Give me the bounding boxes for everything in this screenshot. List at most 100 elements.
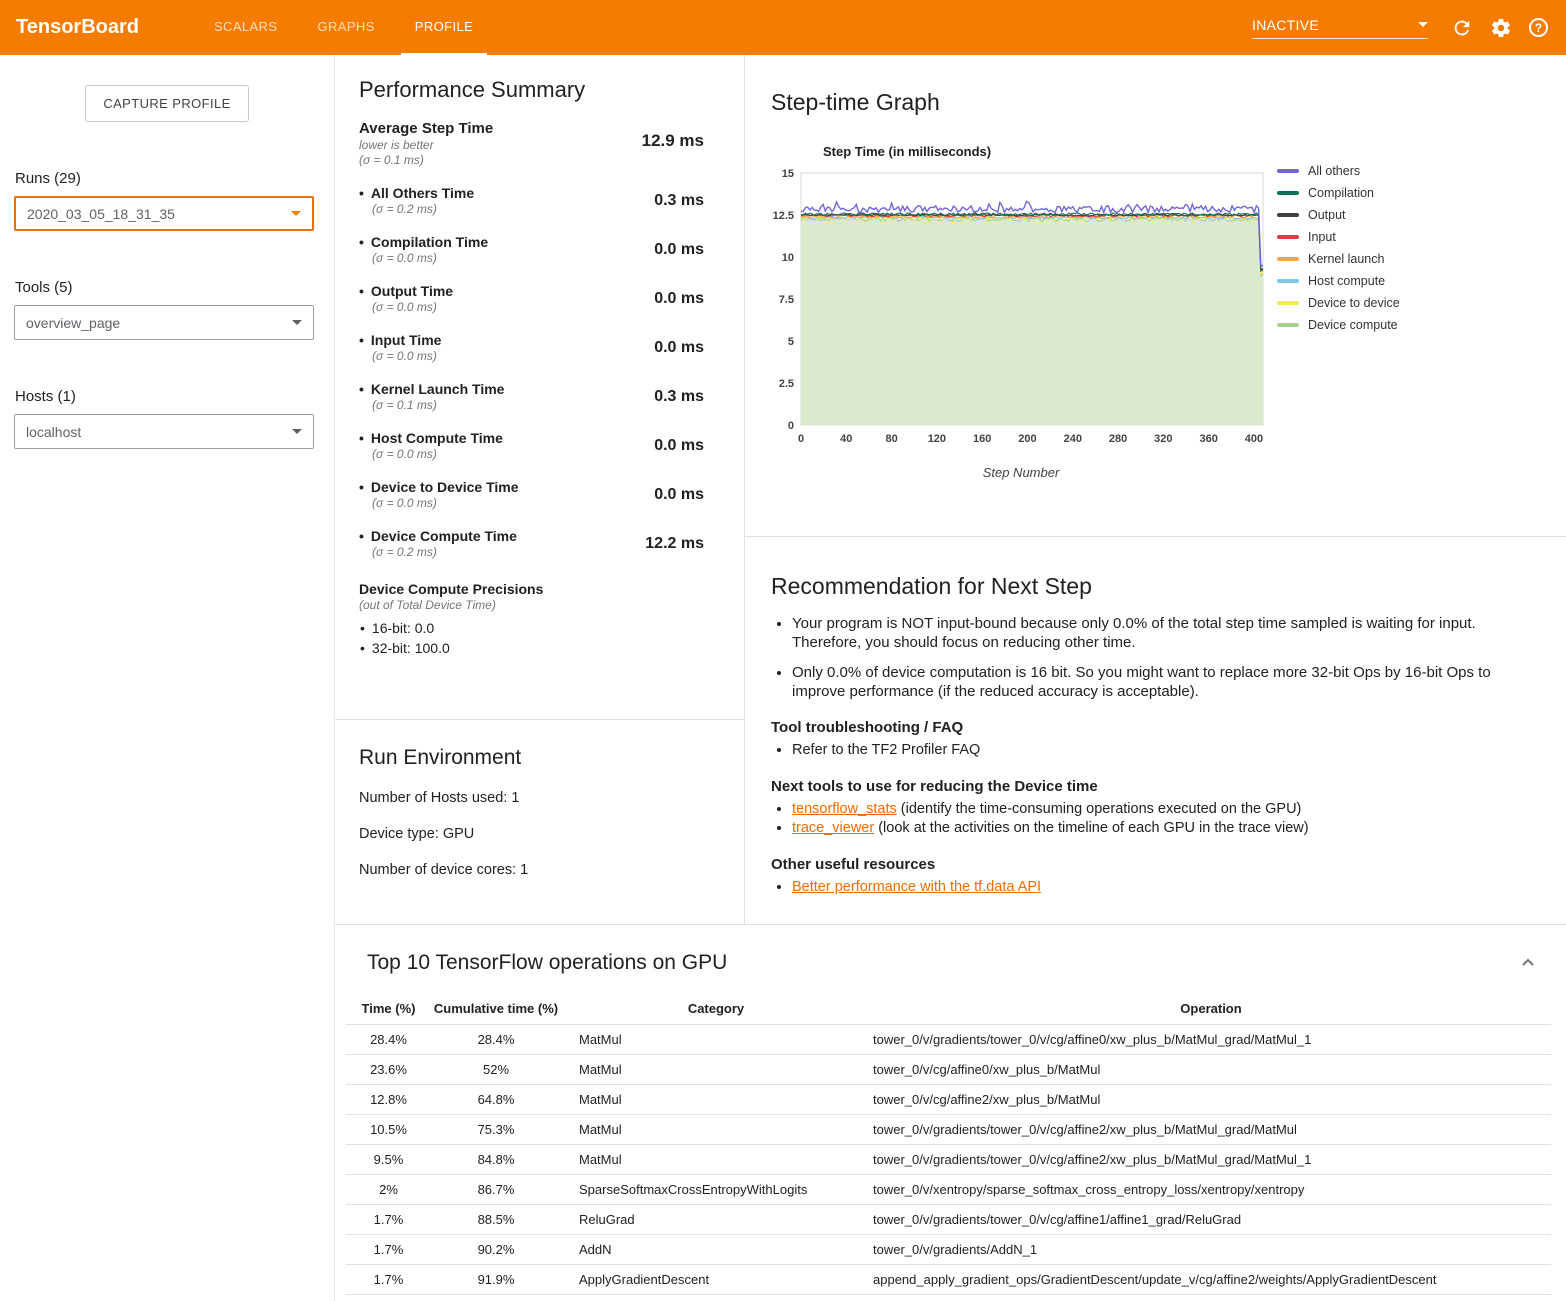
operation-cell: tower_0/v/gradients/tower_0/v/cg/affine1…: [871, 1205, 1551, 1235]
category-cell: ApplyGradientDescent: [561, 1265, 871, 1295]
legend-label: All others: [1308, 164, 1360, 178]
bullet-icon: •: [359, 283, 364, 299]
tensorflow-stats-link[interactable]: tensorflow_stats: [792, 801, 897, 817]
metric-list: •All Others Time(σ = 0.2 ms)0.3 ms•Compi…: [359, 184, 720, 560]
resource-item: Better performance with the tf.data API: [792, 878, 1521, 897]
svg-text:120: 120: [928, 433, 946, 445]
tab-graphs[interactable]: GRAPHS: [303, 0, 388, 55]
recommendation-bullet: Your program is NOT input-bound because …: [792, 614, 1521, 652]
app-header: TensorBoard SCALARSGRAPHSPROFILE INACTIV…: [0, 0, 1566, 55]
legend-swatch: [1277, 323, 1299, 327]
legend-item: Kernel launch: [1277, 252, 1400, 266]
category-cell: MatMul: [561, 1115, 871, 1145]
legend-label: Device compute: [1308, 318, 1398, 332]
legend-item: Input: [1277, 230, 1400, 244]
svg-text:0: 0: [788, 420, 794, 432]
runs-label: Runs (29): [15, 170, 334, 187]
run-environment-title: Run Environment: [359, 746, 720, 770]
time-cell: 1.7%: [346, 1265, 431, 1295]
category-cell: MatMul: [561, 1025, 871, 1055]
category-cell: SparseSoftmaxCrossEntropyWithLogits: [561, 1175, 871, 1205]
svg-text:5: 5: [788, 336, 794, 348]
legend-label: Host compute: [1308, 274, 1385, 288]
legend-label: Input: [1308, 230, 1336, 244]
category-cell: MatMul: [561, 1055, 871, 1085]
run-environment-section: Run Environment Number of Hosts used: 1D…: [335, 720, 744, 924]
svg-text:280: 280: [1109, 433, 1127, 445]
legend-item: Output: [1277, 208, 1400, 222]
app-title: TensorBoard: [0, 0, 194, 55]
metric-row: •Input Time(σ = 0.0 ms)0.0 ms: [359, 331, 720, 364]
hosts-select[interactable]: localhost: [14, 414, 314, 449]
svg-text:80: 80: [885, 433, 897, 445]
top10-title: Top 10 TensorFlow operations on GPU: [367, 951, 727, 975]
tab-profile[interactable]: PROFILE: [401, 0, 487, 55]
sidebar: CAPTURE PROFILE Runs (29) 2020_03_05_18_…: [0, 55, 334, 1301]
operation-cell: tower_0/v/gradients/tower_0/v/cg/affine2…: [871, 1115, 1551, 1145]
svg-text:12.5: 12.5: [773, 210, 794, 222]
cumulative-time-cell: 52%: [431, 1055, 561, 1085]
metric-value: 0.0 ms: [654, 339, 720, 357]
column-header: Category: [561, 993, 871, 1025]
tool-item: tensorflow_stats (identify the time-cons…: [792, 800, 1521, 819]
category-cell: MatMul: [561, 1085, 871, 1115]
legend-label: Compilation: [1308, 186, 1374, 200]
faq-title: Tool troubleshooting / FAQ: [771, 718, 1521, 737]
environment-line: Device type: GPU: [359, 826, 720, 842]
table-row: 23.6%52%MatMultower_0/v/cg/affine0/xw_pl…: [346, 1055, 1551, 1085]
metric-label: •Device Compute Time: [359, 527, 517, 545]
reload-mode-select[interactable]: INACTIVE: [1252, 17, 1428, 39]
reload-mode-value: INACTIVE: [1252, 17, 1319, 33]
legend-item: Device compute: [1277, 318, 1400, 332]
bullet-icon: •: [359, 185, 364, 201]
metric-value: 0.3 ms: [654, 192, 720, 210]
collapse-chevron-up-icon[interactable]: [1519, 954, 1537, 972]
time-cell: 23.6%: [346, 1055, 431, 1085]
operation-cell: tower_0/v/cg/affine2/xw_plus_b/MatMul: [871, 1085, 1551, 1115]
refresh-icon[interactable]: [1451, 17, 1473, 39]
metric-sigma: (σ = 0.2 ms): [372, 545, 517, 560]
legend-item: All others: [1277, 164, 1400, 178]
trace-viewer-link[interactable]: trace_viewer: [792, 820, 874, 836]
time-cell: 10.5%: [346, 1115, 431, 1145]
operation-cell: tower_0/v/gradients/tower_0/v/cg/affine0…: [871, 1025, 1551, 1055]
category-cell: AddN: [561, 1235, 871, 1265]
runs-select[interactable]: 2020_03_05_18_31_35: [14, 196, 314, 231]
hosts-select-value: localhost: [26, 424, 81, 440]
category-cell: MatMul: [561, 1145, 871, 1175]
settings-gear-icon[interactable]: [1490, 17, 1512, 39]
time-cell: 1.7%: [346, 1235, 431, 1265]
metric-row: •Output Time(σ = 0.0 ms)0.0 ms: [359, 282, 720, 315]
average-step-time-row: Average Step Time lower is better (σ = 0…: [359, 119, 720, 168]
hosts-label: Hosts (1): [15, 388, 334, 405]
next-tools-block: Next tools to use for reducing the Devic…: [771, 777, 1521, 838]
metric-sigma: (σ = 0.2 ms): [372, 202, 474, 217]
bullet-icon: •: [359, 479, 364, 495]
metric-row: •Kernel Launch Time(σ = 0.1 ms)0.3 ms: [359, 380, 720, 413]
precisions-note: (out of Total Device Time): [359, 598, 720, 613]
metric-sigma: (σ = 0.0 ms): [372, 349, 441, 364]
tools-select[interactable]: overview_page: [14, 305, 314, 340]
metric-value: 0.3 ms: [654, 388, 720, 406]
legend-item: Host compute: [1277, 274, 1400, 288]
tfdata-performance-link[interactable]: Better performance with the tf.data API: [792, 879, 1041, 895]
tab-scalars[interactable]: SCALARS: [200, 0, 292, 55]
chart-x-axis-label: Step Number: [771, 465, 1271, 480]
metric-row: •All Others Time(σ = 0.2 ms)0.3 ms: [359, 184, 720, 217]
table-row: 28.4%28.4%MatMultower_0/v/gradients/towe…: [346, 1025, 1551, 1055]
cumulative-time-cell: 28.4%: [431, 1025, 561, 1055]
next-tools-title: Next tools to use for reducing the Devic…: [771, 777, 1521, 796]
capture-profile-button[interactable]: CAPTURE PROFILE: [85, 85, 248, 122]
time-cell: 9.5%: [346, 1145, 431, 1175]
help-icon[interactable]: ?: [1529, 18, 1548, 37]
other-resources-title: Other useful resources: [771, 855, 1521, 874]
device-compute-precisions: Device Compute Precisions (out of Total …: [359, 580, 720, 658]
time-cell: 2%: [346, 1175, 431, 1205]
metric-sigma: (σ = 0.0 ms): [372, 496, 519, 511]
operation-cell: append_apply_gradient_ops/GradientDescen…: [871, 1265, 1551, 1295]
top10-table: Time (%)Cumulative time (%)CategoryOpera…: [346, 993, 1551, 1295]
recommendation-section: Recommendation for Next Step Your progra…: [745, 537, 1566, 917]
metric-row: •Device Compute Time(σ = 0.2 ms)12.2 ms: [359, 527, 720, 560]
run-environment-lines: Number of Hosts used: 1Device type: GPUN…: [359, 790, 720, 878]
table-row: 1.7%91.9%ApplyGradientDescentappend_appl…: [346, 1265, 1551, 1295]
